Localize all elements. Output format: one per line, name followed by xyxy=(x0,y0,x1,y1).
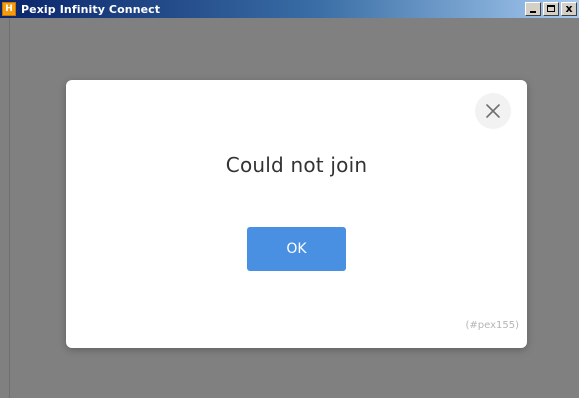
window-controls: x xyxy=(525,2,577,16)
app-logo-icon: H xyxy=(2,2,16,16)
window-frame-left xyxy=(0,18,10,398)
dialog-message: Could not join xyxy=(225,153,368,177)
maximize-button[interactable] xyxy=(543,2,559,16)
close-icon xyxy=(486,104,500,118)
error-dialog: Could not join OK (#pex155) xyxy=(66,80,527,348)
error-code-label: (#pex155) xyxy=(465,320,519,331)
title-bar[interactable]: H Pexip Infinity Connect x xyxy=(0,0,579,18)
ok-button[interactable]: OK xyxy=(247,227,346,271)
window-title: Pexip Infinity Connect xyxy=(21,2,161,16)
window-close-button[interactable]: x xyxy=(561,2,577,16)
app-window: H Pexip Infinity Connect x Could not joi… xyxy=(0,0,579,398)
dialog-close-button[interactable] xyxy=(475,93,511,129)
minimize-button[interactable] xyxy=(525,2,541,16)
